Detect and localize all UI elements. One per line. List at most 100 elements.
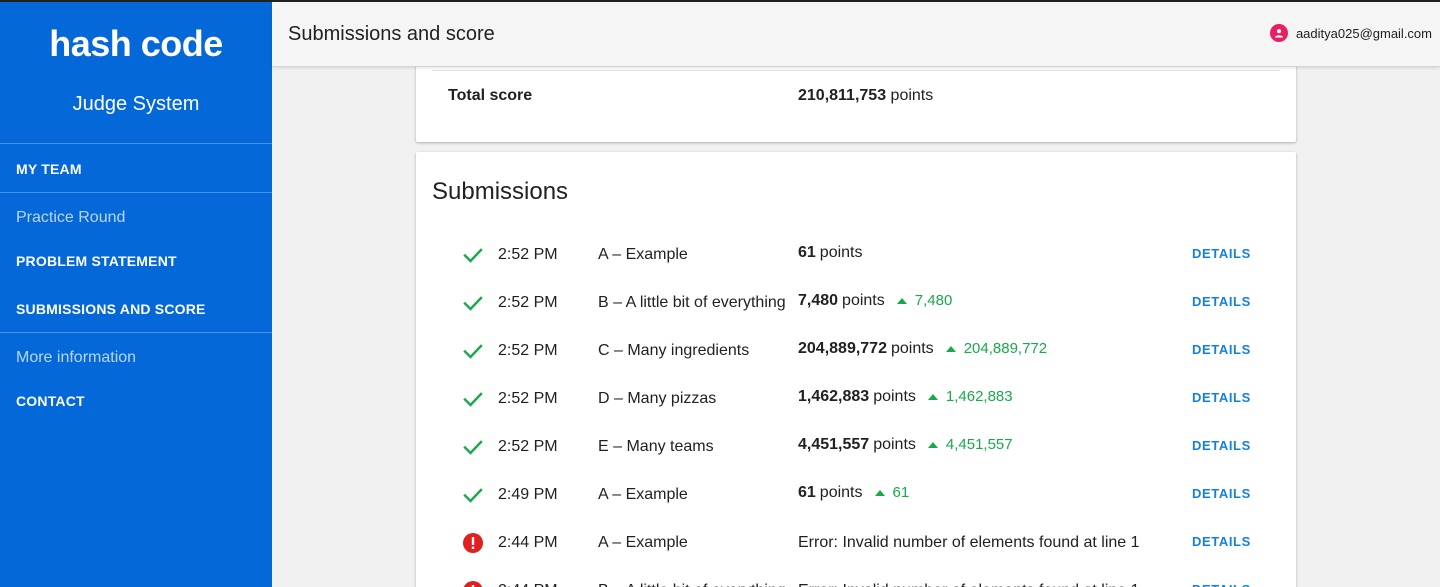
submission-row: 2:52 PM A – Example 61 points DETAILS	[416, 231, 1296, 279]
submission-time: 2:52 PM	[498, 390, 558, 407]
submission-time: 2:44 PM	[498, 534, 558, 551]
submission-time: 2:49 PM	[498, 486, 558, 503]
sidebar: hash code Judge System MY TEAM Practice …	[0, 2, 272, 587]
arrow-up-icon	[896, 298, 907, 304]
submission-error: Error: Invalid number of elements found …	[798, 582, 1140, 587]
details-button[interactable]: DETAILS	[1192, 294, 1251, 310]
score-improvement: 1,462,883	[927, 388, 1013, 406]
score-improvement: 61	[874, 484, 910, 502]
sidebar-item-submissions-and-score[interactable]: SUBMISSIONS AND SCORE	[16, 300, 206, 318]
score-unit: points	[890, 340, 934, 357]
submission-row: 2:52 PM D – Many pizzas 1,462,883 points 1,4…	[416, 375, 1296, 423]
score-improvement: 7,480	[896, 292, 953, 310]
card-divider	[432, 70, 1280, 71]
submission-dataset: B – A little bit of everything	[598, 294, 786, 311]
submission-score: 204,889,772 points 204,889,772	[798, 340, 1047, 358]
submission-time: 2:52 PM	[498, 246, 558, 263]
check-icon	[462, 292, 484, 314]
score-delta-value: 1,462,883	[945, 388, 1013, 405]
account-email: aaditya025@gmail.com	[1295, 25, 1432, 41]
submission-time: 2:44 PM	[498, 582, 558, 587]
submission-time: 2:52 PM	[498, 294, 558, 311]
account-menu[interactable]: aaditya025@gmail.com	[1269, 24, 1432, 42]
submission-row: 2:44 PM B – A little bit of everything Err…	[416, 567, 1296, 587]
score-unit: points	[873, 388, 916, 405]
check-icon	[462, 436, 484, 458]
submission-error: Error: Invalid number of elements found …	[798, 534, 1140, 551]
sidebar-divider	[0, 332, 272, 333]
score-number: 204,889,772	[798, 340, 887, 357]
sidebar-item-my-team[interactable]: MY TEAM	[16, 160, 82, 178]
submission-row: 2:49 PM A – Example 61 points 61 DETAILS	[416, 471, 1296, 519]
submission-dataset: A – Example	[598, 534, 688, 551]
score-unit: points	[819, 484, 863, 501]
total-score-unit: points	[890, 87, 934, 104]
details-button[interactable]: DETAILS	[1192, 438, 1251, 454]
submission-time: 2:52 PM	[498, 438, 558, 455]
hash-code-logo: hash code	[49, 23, 223, 64]
submission-dataset: A – Example	[598, 246, 688, 263]
sidebar-divider	[0, 192, 272, 193]
submission-row: 2:44 PM A – Example Error: Invalid number …	[416, 519, 1296, 567]
arrow-up-icon	[945, 346, 956, 352]
arrow-up-icon	[927, 394, 938, 400]
top-app-bar: Submissions and score aaditya025@gmail.c…	[272, 2, 1440, 67]
details-button[interactable]: DETAILS	[1192, 246, 1251, 262]
details-button[interactable]: DETAILS	[1192, 342, 1251, 358]
details-button[interactable]: DETAILS	[1192, 486, 1251, 502]
arrow-up-icon	[874, 490, 885, 496]
check-icon	[462, 484, 484, 506]
submission-score: 1,462,883 points 1,462,883	[798, 388, 1013, 406]
submission-row: 2:52 PM C – Many ingredients 204,889,772 po…	[416, 327, 1296, 375]
check-icon	[462, 244, 484, 266]
sidebar-divider	[0, 143, 272, 144]
score-delta-value: 61	[892, 484, 910, 501]
score-delta-value: 204,889,772	[963, 340, 1048, 357]
submission-row: 2:52 PM B – A little bit of everything 7,4…	[416, 279, 1296, 327]
arrow-up-icon	[927, 442, 938, 448]
page-title: Submissions and score	[288, 23, 495, 45]
submission-score: 61 points 61	[798, 484, 909, 502]
submission-dataset: A – Example	[598, 486, 688, 503]
submission-time: 2:52 PM	[498, 342, 558, 359]
total-score-value: 210,811,753 points	[798, 87, 933, 105]
score-improvement: 204,889,772	[945, 340, 1048, 358]
error-icon	[462, 580, 484, 587]
submission-score: 7,480 points 7,480	[798, 292, 952, 310]
submission-dataset: C – Many ingredients	[598, 342, 750, 359]
details-button[interactable]: DETAILS	[1192, 390, 1251, 406]
sidebar-item-contact[interactable]: CONTACT	[16, 392, 85, 410]
submission-dataset: E – Many teams	[598, 438, 714, 455]
sidebar-item-problem-statement[interactable]: PROBLEM STATEMENT	[16, 252, 177, 270]
score-number: 4,451,557	[798, 436, 870, 453]
account-avatar-icon	[1269, 24, 1288, 42]
score-number: 1,462,883	[798, 388, 870, 405]
score-delta-value: 4,451,557	[945, 436, 1013, 453]
check-icon	[462, 388, 484, 410]
submissions-title: Submissions	[432, 178, 569, 205]
total-score-number: 210,811,753	[798, 87, 887, 104]
submission-score: 4,451,557 points 4,451,557	[798, 436, 1013, 454]
score-improvement: 4,451,557	[927, 436, 1013, 454]
score-unit: points	[819, 244, 863, 261]
score-number: 61	[798, 244, 816, 261]
score-unit: points	[842, 292, 885, 309]
submission-score: 61 points	[798, 244, 863, 262]
check-icon	[462, 340, 484, 362]
score-unit: points	[873, 436, 916, 453]
error-icon	[462, 532, 484, 554]
submissions-card: Submissions 2:52 PM A – Example 61 points DE…	[416, 152, 1296, 587]
total-score-label: Total score	[448, 87, 533, 104]
submission-dataset: D – Many pizzas	[598, 390, 717, 407]
sidebar-section-more-information: More information	[16, 349, 137, 366]
details-button[interactable]: DETAILS	[1192, 582, 1251, 587]
total-score-card: Total score 210,811,753 points	[416, 60, 1296, 142]
score-delta-value: 7,480	[914, 292, 953, 309]
details-button[interactable]: DETAILS	[1192, 534, 1251, 550]
score-number: 61	[798, 484, 816, 501]
submission-dataset: B – A little bit of everything	[598, 582, 786, 587]
sidebar-section-practice-round: Practice Round	[16, 209, 126, 226]
score-number: 7,480	[798, 292, 839, 309]
app-subtitle: Judge System	[72, 93, 200, 115]
submission-row: 2:52 PM E – Many teams 4,451,557 points 4,45…	[416, 423, 1296, 471]
